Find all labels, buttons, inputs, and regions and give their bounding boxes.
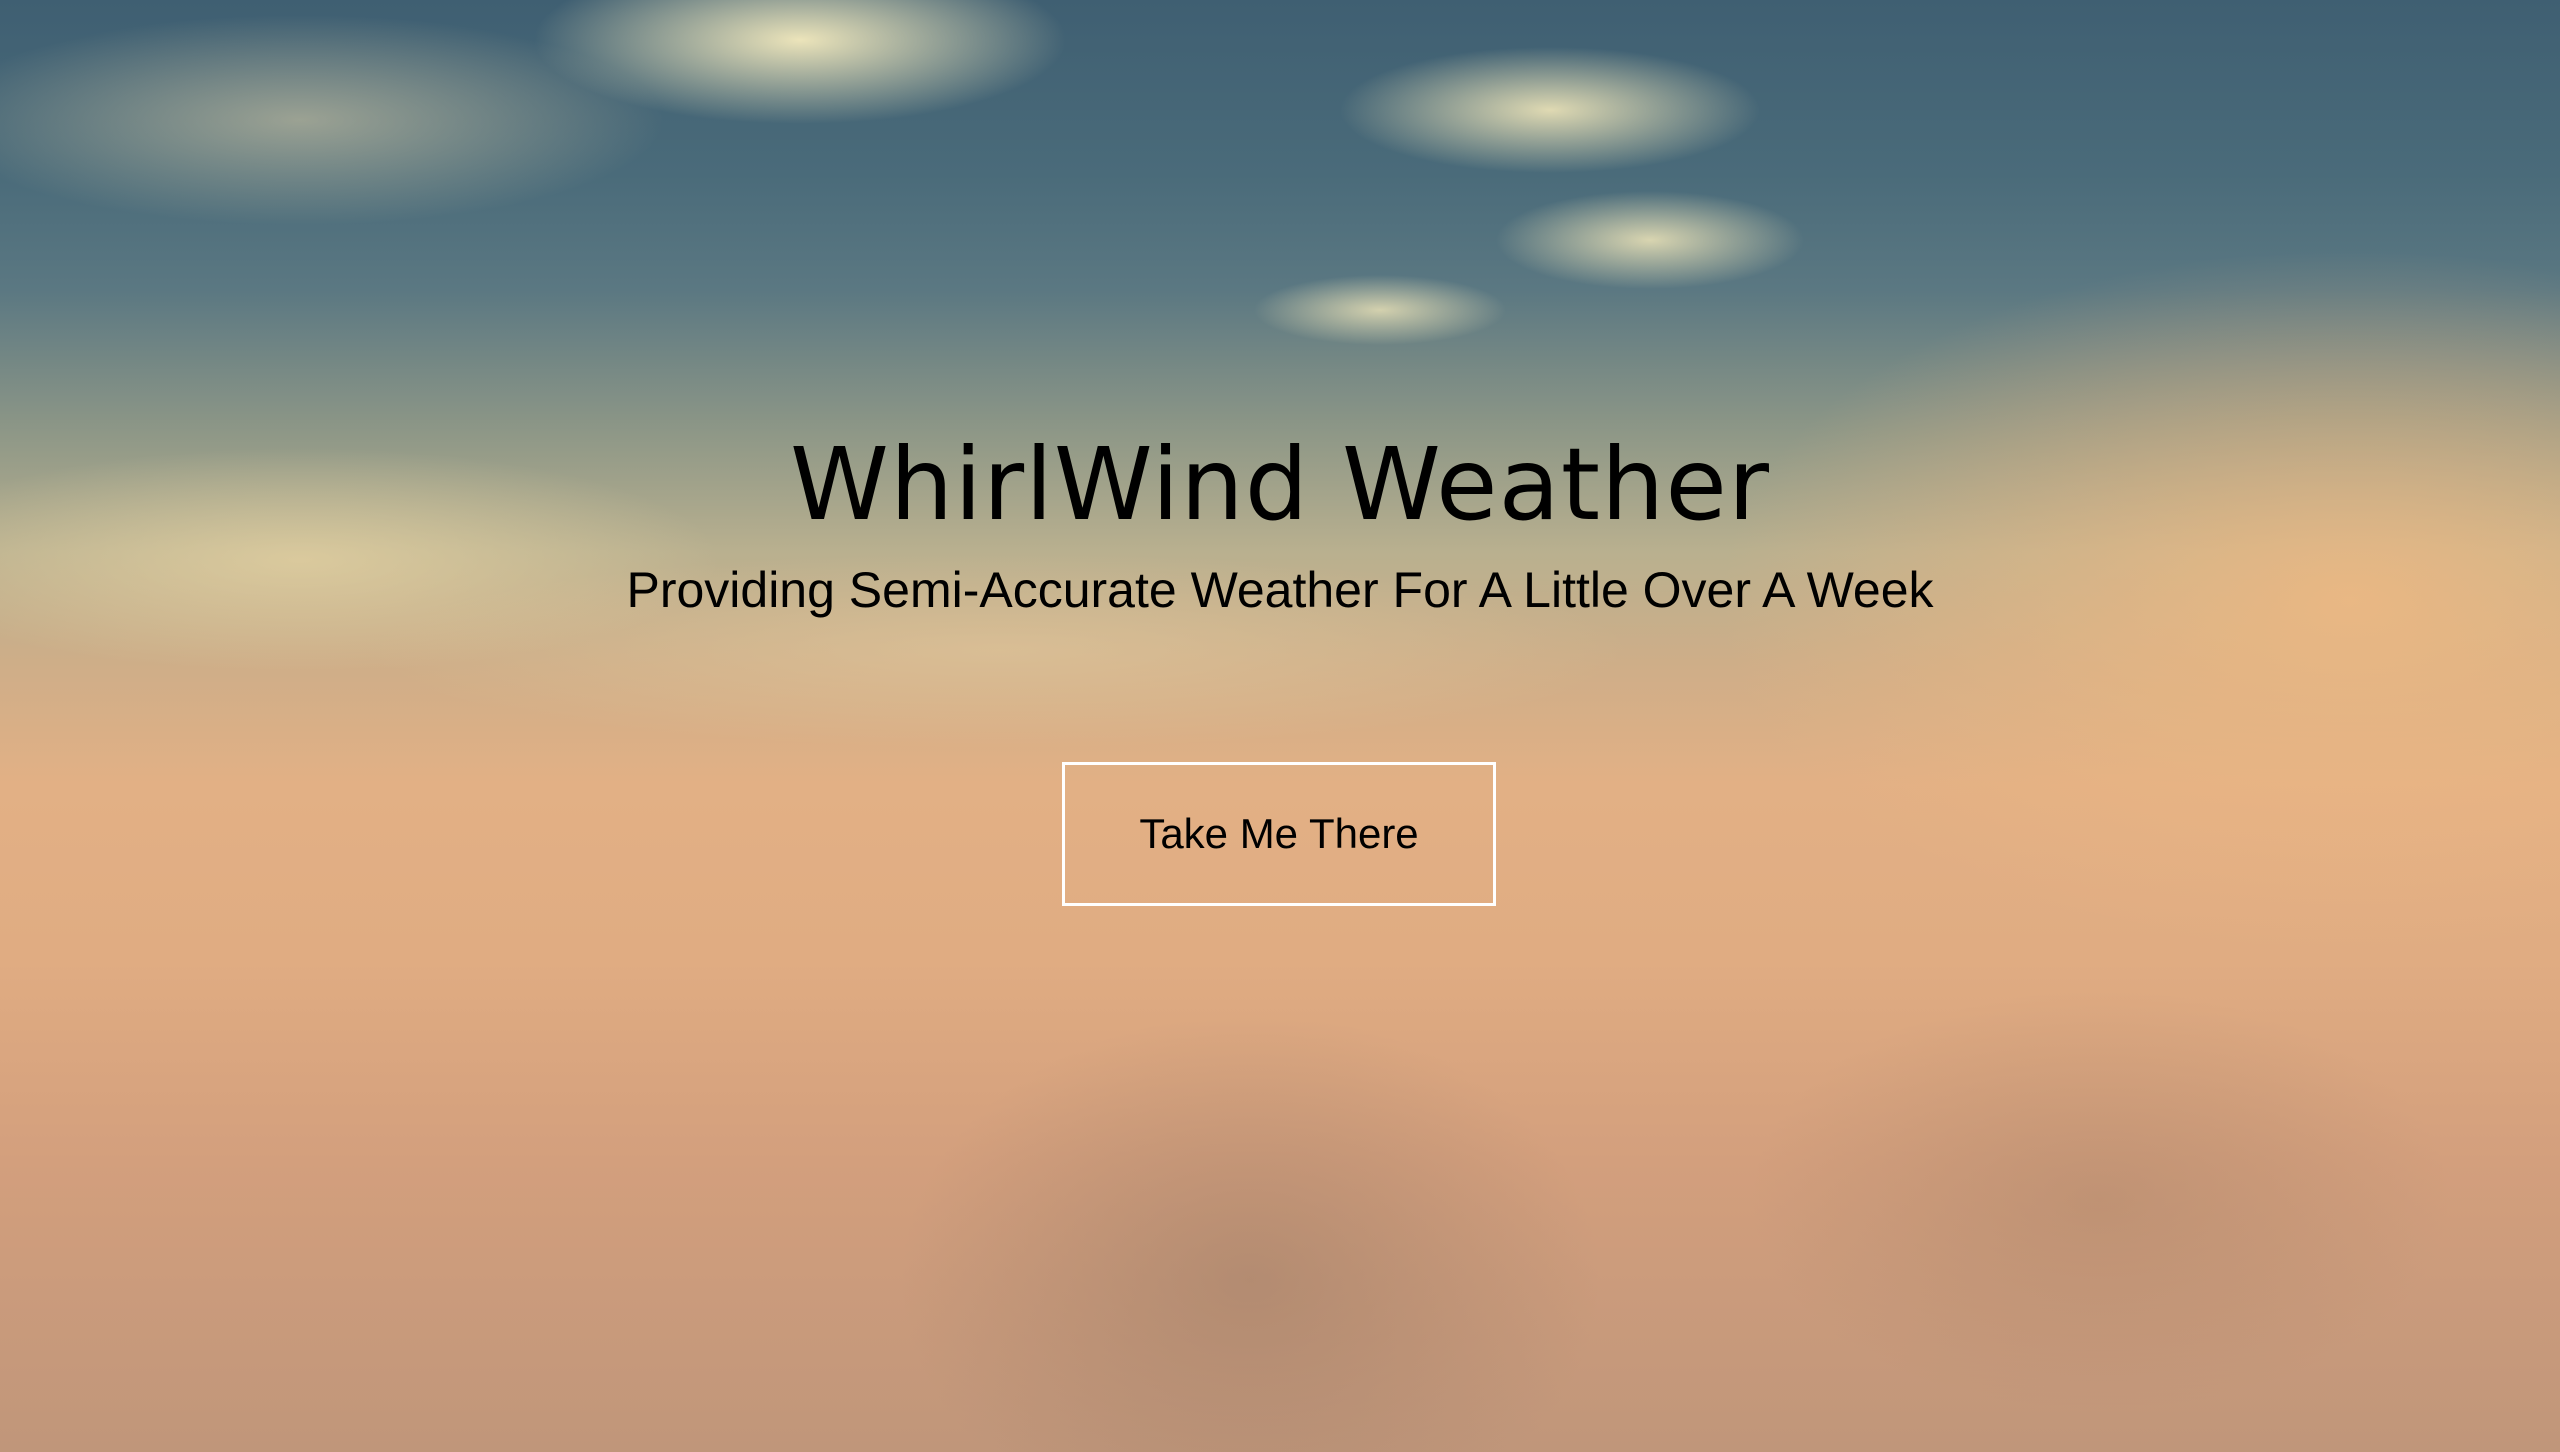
take-me-there-button[interactable]: Take Me There [1062, 762, 1496, 906]
hero-background [0, 0, 2560, 1452]
site-title: WhirlWind Weather [789, 426, 1771, 543]
site-tagline: Providing Semi-Accurate Weather For A Li… [626, 562, 1934, 618]
